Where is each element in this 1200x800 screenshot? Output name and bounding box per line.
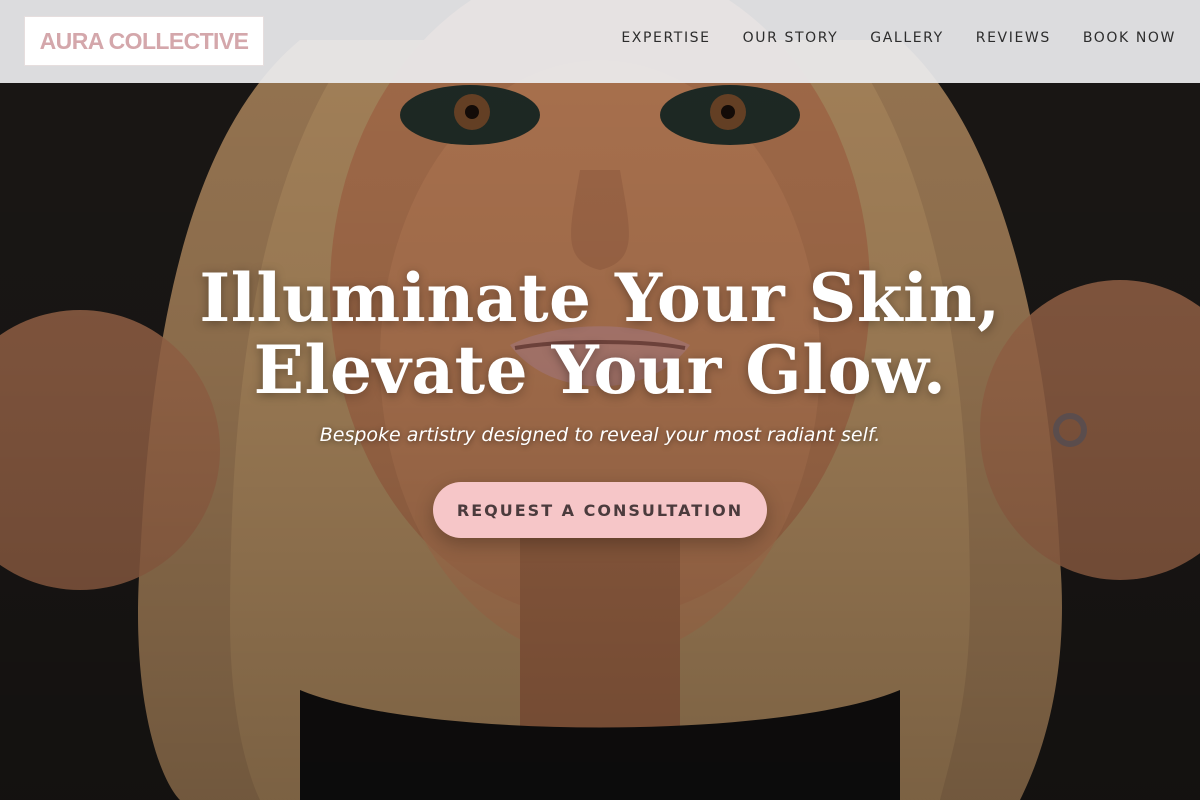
hero-headline-line-2: Elevate Your Glow.	[253, 331, 947, 409]
main-nav: EXPERTISE OUR STORY GALLERY REVIEWS BOOK…	[621, 30, 1176, 46]
nav-reviews-link[interactable]: REVIEWS	[976, 30, 1051, 46]
hero-subheadline: Bespoke artistry designed to reveal your…	[319, 424, 881, 446]
nav-book-now-link[interactable]: BOOK NOW	[1083, 30, 1176, 46]
nav-our-story-link[interactable]: OUR STORY	[743, 30, 839, 46]
brand-logo[interactable]: AURA COLLECTIVE	[24, 16, 264, 66]
request-consultation-button[interactable]: REQUEST A CONSULTATION	[433, 482, 767, 538]
hero-headline: Illuminate Your Skin, Elevate Your Glow.	[0, 262, 1200, 406]
nav-gallery-link[interactable]: GALLERY	[870, 30, 943, 46]
hero-headline-line-1: Illuminate Your Skin,	[199, 259, 1001, 337]
hero-section: Illuminate Your Skin, Elevate Your Glow.…	[0, 0, 1200, 800]
site-header: AURA COLLECTIVE EXPERTISE OUR STORY GALL…	[0, 0, 1200, 83]
nav-expertise-link[interactable]: EXPERTISE	[621, 30, 710, 46]
